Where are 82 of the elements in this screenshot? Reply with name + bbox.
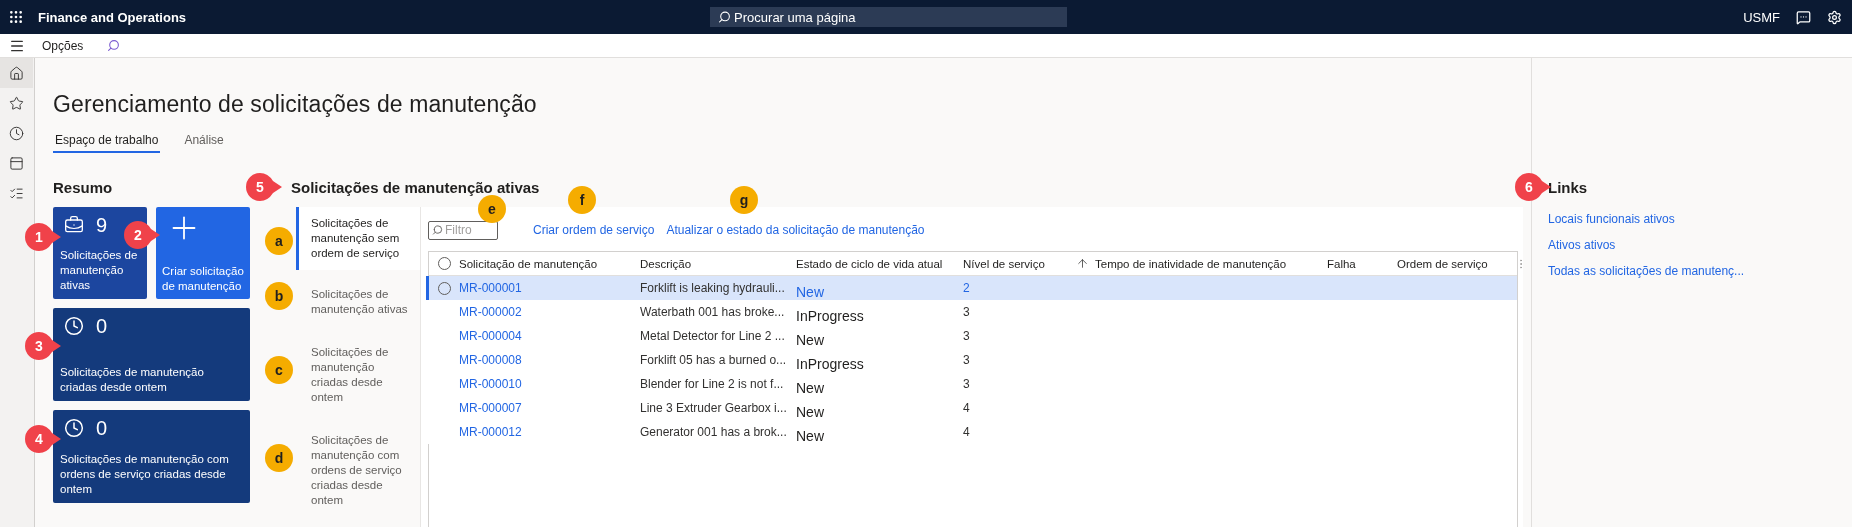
table-cell-text: New	[796, 402, 825, 420]
tab[interactable]: Análise	[182, 133, 226, 153]
action-link[interactable]: Atualizar o estado da solicitação de manutenção	[666, 223, 925, 237]
table-cell-text: InProgress	[796, 306, 865, 324]
table-cell-text: 3	[963, 305, 971, 319]
link[interactable]: Ativos ativos	[1548, 238, 1616, 252]
link[interactable]: Todas as solicitações de manutenç...	[1548, 264, 1745, 278]
clock-icon	[64, 418, 84, 438]
table-cell-text: Line 3 Extruder Gearbox i...	[640, 401, 788, 415]
settings-icon[interactable]	[1827, 9, 1842, 25]
search-icon	[432, 224, 443, 236]
callout-marker: 3	[25, 332, 61, 360]
view-tab[interactable]: Solicitações de manutenção com ordens de serviço criadas desde ontem	[296, 424, 420, 517]
table-cell-text: New	[796, 330, 825, 348]
callout-marker: f	[568, 186, 596, 214]
column-header[interactable]: Descrição	[640, 257, 796, 270]
table-cell-text: New	[796, 426, 825, 444]
column-header[interactable]: Nível de serviço	[963, 257, 1095, 270]
view-tab[interactable]: Solicitações de manutenção criadas desde ontem	[296, 336, 420, 414]
view-tab[interactable]: Solicitações de manutenção ativas	[296, 278, 420, 326]
briefcase-icon	[64, 215, 84, 235]
link[interactable]: Locais funcionais ativos	[1548, 212, 1675, 226]
search-field[interactable]: Procurar uma página	[710, 7, 1068, 27]
tab[interactable]: Espaço de trabalho	[53, 133, 161, 153]
callout-marker: e	[478, 195, 506, 223]
company-name[interactable]: USMF	[1743, 9, 1780, 25]
callout-marker: 2	[124, 221, 160, 249]
section-heading: Resumo	[53, 179, 113, 197]
clock-icon	[64, 316, 84, 336]
table-cell-text: Waterbath 001 has broke...	[640, 305, 786, 319]
action-link[interactable]: Criar ordem de serviço	[533, 223, 655, 237]
table-cell-text: New	[796, 378, 825, 396]
callout-marker: c	[265, 356, 293, 384]
page-title: Gerenciamento de solicitações de manutenção	[53, 91, 538, 118]
table-cell-text: 3	[963, 377, 971, 391]
table-cell-text: 2	[963, 281, 971, 295]
callout-marker: g	[730, 186, 758, 214]
options-menu[interactable]: Opções	[42, 38, 84, 53]
request-link[interactable]: MR-000001	[459, 281, 522, 295]
summary-tile[interactable]: Criar solicitação de manutenção	[156, 207, 250, 299]
request-link[interactable]: MR-000002	[459, 305, 522, 319]
request-link[interactable]: MR-000004	[459, 329, 522, 343]
callout-marker: a	[265, 227, 293, 255]
search-icon[interactable]	[107, 39, 121, 52]
column-header[interactable]: Solicitação de manutenção	[459, 257, 640, 270]
callout-marker: d	[265, 444, 293, 472]
summary-tile[interactable]: 0 Solicitações de manutenção criadas desde ontem	[53, 308, 250, 401]
view-tab[interactable]: Solicitações de manutenção sem ordem de serviço	[296, 207, 420, 270]
app-name: Finance and Operations	[38, 9, 187, 25]
table-cell-text: Generator 001 has a brok...	[640, 425, 788, 439]
column-header[interactable]: Ordem de serviço	[1397, 257, 1515, 270]
table-cell-text: 3	[963, 329, 971, 343]
column-header[interactable]: Estado de ciclo de vida atual	[796, 257, 963, 270]
request-link[interactable]: MR-000008	[459, 353, 522, 367]
summary-tile[interactable]: 0 Solicitações de manutenção com ordens de serviço criadas desde ontem	[53, 410, 250, 503]
filter-field[interactable]: Filtro	[428, 220, 498, 240]
callout-marker: 4	[25, 425, 61, 453]
table-cell-text: Forklift 05 has a burned o...	[640, 353, 788, 367]
table-cell-text: 4	[963, 425, 971, 439]
callout-marker: b	[265, 282, 293, 310]
table-cell-text: Metal Detector for Line 2 ...	[640, 329, 786, 343]
home-icon[interactable]	[0, 58, 33, 88]
callout-marker: 5	[246, 173, 282, 201]
column-header[interactable]: Falha	[1327, 257, 1397, 270]
table-cell-text: New	[796, 282, 825, 300]
search-icon	[718, 10, 732, 24]
request-link[interactable]: MR-000010	[459, 377, 522, 391]
chat-icon[interactable]	[1796, 9, 1811, 25]
table-cell-text: Forklift is leaking hydrauli...	[640, 281, 786, 295]
table-cell-text: 4	[963, 401, 971, 415]
table-cell-text: Blender for Line 2 is not f...	[640, 377, 785, 391]
app-launcher-icon[interactable]	[8, 9, 24, 25]
table-cell-text: InProgress	[796, 354, 865, 372]
table-cell-text: 3	[963, 353, 971, 367]
request-link[interactable]: MR-000012	[459, 425, 522, 439]
request-link[interactable]: MR-000007	[459, 401, 522, 415]
callout-marker: 1	[25, 223, 61, 251]
table-row[interactable]: MR-000001 Forklift is leaking hydrauli... New 2	[426, 276, 1517, 300]
section-heading: Solicitações de manutenção ativas	[291, 179, 540, 197]
column-header[interactable]: Tempo de inatividade de manutenção	[1095, 257, 1327, 270]
sort-arrow-icon	[1076, 257, 1089, 270]
section-heading: Links	[1548, 179, 1588, 197]
